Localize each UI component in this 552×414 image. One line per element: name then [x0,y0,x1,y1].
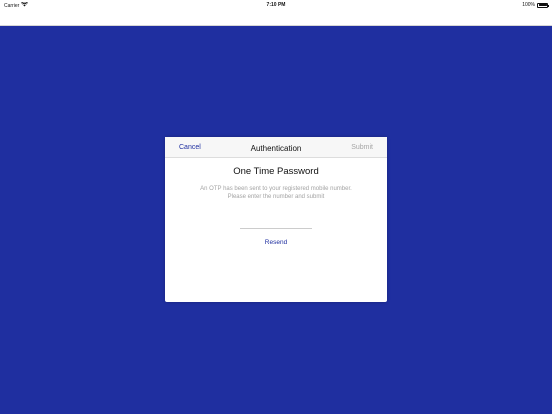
status-right: 100% [522,2,549,8]
otp-message-line-2: Please enter the number and submit [227,194,325,200]
resend-button[interactable]: Resend [165,239,387,246]
dialog-header: Cancel Authentication Submit [165,137,387,158]
navigation-bar [0,10,552,26]
otp-heading: One Time Password [233,166,319,177]
otp-message: An OTP has been sent to your registered … [181,185,371,201]
otp-message-line-1: An OTP has been sent to your registered … [200,186,352,192]
status-bar: Carrier 7:10 PM 100% [0,0,552,10]
submit-button[interactable]: Submit [351,144,373,151]
battery-percentage: 100% [522,2,535,8]
battery-icon [537,2,549,8]
otp-input[interactable] [240,220,312,229]
clock: 7:10 PM [266,2,286,8]
authentication-dialog: Cancel Authentication Submit One Time Pa… [165,137,387,302]
